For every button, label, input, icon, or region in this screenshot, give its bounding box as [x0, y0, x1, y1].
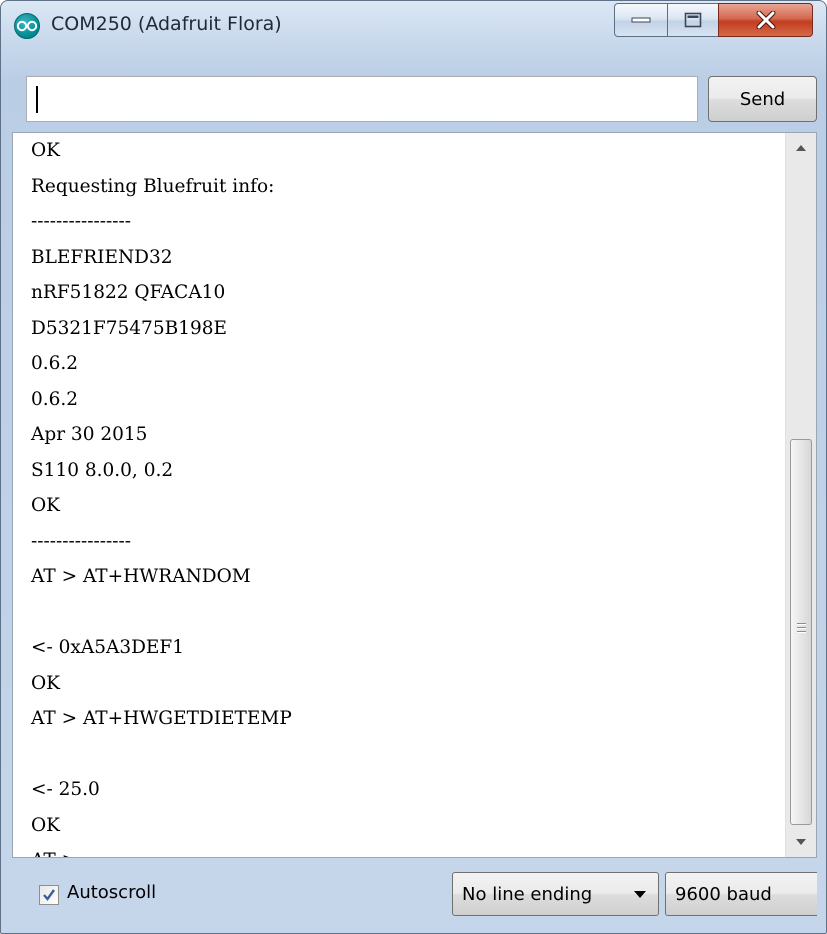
autoscroll-label: Autoscroll [67, 882, 157, 903]
title-bar[interactable]: COM250 (Adafruit Flora) [1, 1, 826, 51]
scroll-down-button[interactable] [786, 827, 816, 857]
output-lines: OK Requesting Bluefruit info: ------------… [31, 133, 292, 857]
send-button[interactable]: Send [708, 76, 817, 122]
send-row: Send [12, 76, 817, 126]
close-button[interactable] [718, 3, 813, 37]
serial-input[interactable] [26, 76, 698, 122]
output-line: 0.6.2 [31, 388, 79, 410]
line-ending-select[interactable]: No line ending [452, 872, 659, 916]
arrow-down-icon [796, 839, 806, 845]
output-line: AT > AT+HWGETDIETEMP [31, 708, 292, 729]
vertical-scrollbar[interactable] [785, 133, 816, 857]
arduino-icon [14, 13, 40, 39]
serial-output[interactable]: OK Requesting Bluefruit info: ------------… [12, 132, 817, 858]
autoscroll-checkbox[interactable] [39, 885, 59, 905]
chevron-down-icon [634, 891, 646, 898]
close-icon [756, 11, 775, 29]
output-line: Requesting Bluefruit info: [31, 175, 275, 197]
output-line: OK [31, 140, 60, 161]
output-line: <- 25.0 [31, 779, 100, 800]
baud-rate-select[interactable]: 9600 baud [665, 872, 817, 916]
scroll-thumb[interactable] [790, 439, 812, 825]
output-line: AT > AT+HWRANDOM [31, 566, 251, 587]
text-caret [36, 86, 38, 113]
minimize-icon [631, 17, 651, 23]
output-line: ---------------- [31, 211, 132, 232]
output-line: 0.6.2 [31, 353, 79, 374]
output-line: D5321F75475B198E [31, 317, 228, 339]
output-line: Apr 30 2015 [31, 424, 148, 445]
baud-rate-value: 9600 baud [675, 884, 772, 905]
output-line: AT > [31, 843, 292, 857]
maximize-icon [684, 12, 702, 28]
footer-bar: Autoscroll No line ending 9600 baud [12, 865, 817, 925]
maximize-button[interactable] [667, 3, 719, 37]
line-ending-value: No line ending [462, 884, 593, 905]
output-line: nRF51822 QFACA10 [31, 282, 226, 303]
grip-icon [797, 623, 806, 635]
output-line: S110 8.0.0, 0.2 [31, 459, 174, 481]
minimize-button[interactable] [614, 3, 668, 37]
scroll-up-button[interactable] [786, 133, 816, 163]
window-title: COM250 (Adafruit Flora) [51, 13, 282, 35]
output-line: OK [31, 814, 60, 836]
serial-monitor-window: COM250 (Adafruit Flora) Send OK Requestin… [0, 0, 827, 934]
output-line: <- 0xA5A3DEF1 [31, 637, 185, 658]
output-line: BLEFRIEND32 [31, 246, 173, 268]
arrow-up-icon [796, 145, 806, 151]
output-line: OK [31, 495, 60, 516]
checkmark-icon [43, 889, 55, 901]
output-line: ---------------- [31, 530, 132, 552]
output-line: OK [31, 672, 60, 694]
